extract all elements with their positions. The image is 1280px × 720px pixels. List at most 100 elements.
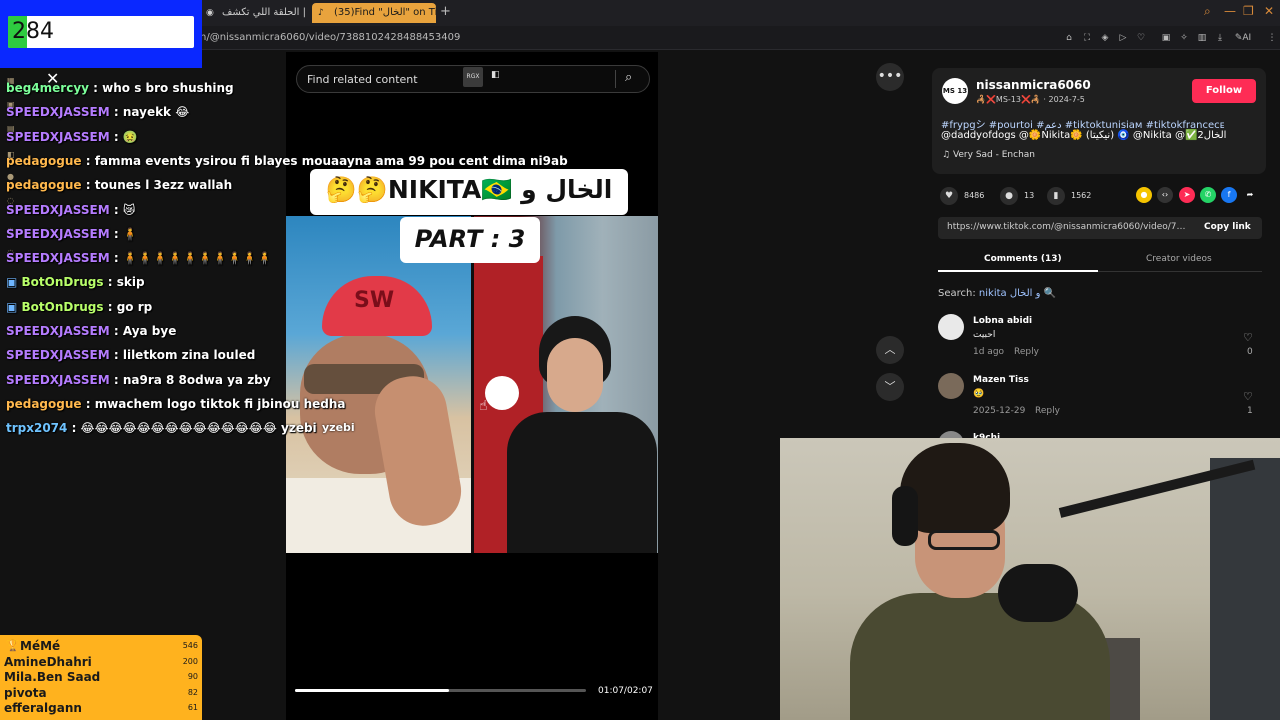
related-search[interactable]: Find related content RGX ◧ ⌕ bbox=[296, 65, 650, 93]
chat-username[interactable]: pedagogue bbox=[6, 397, 82, 411]
chat-text: na9ra 8 8odwa ya zby bbox=[122, 372, 271, 387]
sidebar-icon[interactable]: ▥ bbox=[1196, 32, 1208, 44]
chat-message: SPEEDXJASSEM : nayekk 😂 bbox=[6, 105, 189, 119]
chat-username[interactable]: SPEEDXJASSEM bbox=[6, 348, 110, 362]
comment-text: 🥹 bbox=[973, 389, 985, 399]
chat-username[interactable]: SPEEDXJASSEM bbox=[6, 105, 110, 119]
chat-username[interactable]: pedagogue bbox=[6, 154, 82, 168]
active-tab-indicator bbox=[938, 270, 1098, 272]
close-window-icon[interactable]: ✕ bbox=[1264, 4, 1274, 18]
follow-button[interactable]: Follow bbox=[1192, 79, 1256, 103]
comment-text: احبيت bbox=[973, 330, 996, 340]
chat-username[interactable]: SPEEDXJASSEM bbox=[6, 130, 110, 144]
comment-like-icon[interactable]: ♡ bbox=[1243, 390, 1253, 403]
chat-username[interactable]: BotOnDrugs bbox=[22, 300, 104, 314]
bookmark-icon[interactable]: ⌂ bbox=[1063, 32, 1075, 44]
close-icon[interactable]: ✕ bbox=[46, 69, 59, 88]
chat-separator: : bbox=[109, 251, 123, 266]
search-icon[interactable]: ⌕ bbox=[1204, 4, 1211, 19]
puzzle-icon[interactable]: ✧ bbox=[1178, 32, 1190, 44]
bookmark-icon: ▮ bbox=[1047, 187, 1065, 205]
chat-text: go rp bbox=[116, 299, 153, 314]
microphone bbox=[998, 564, 1078, 622]
regex-toggle[interactable]: RGX bbox=[463, 67, 483, 87]
play-icon[interactable]: ▷ bbox=[1117, 32, 1129, 44]
download-icon[interactable]: ⤓ bbox=[1214, 32, 1226, 44]
copy-link-button[interactable]: Copy link bbox=[1204, 222, 1251, 232]
avatar[interactable] bbox=[938, 373, 964, 399]
video-overlay-word: yzebi bbox=[322, 421, 355, 434]
chat-username[interactable]: trpx2074 bbox=[6, 421, 67, 435]
chat-username[interactable]: SPEEDXJASSEM bbox=[6, 373, 110, 387]
avatar[interactable]: MS 13 bbox=[942, 78, 968, 104]
comment-author[interactable]: Mazen Tiss bbox=[973, 375, 1029, 385]
share-icon[interactable]: ➦ bbox=[1242, 187, 1258, 203]
chat-username[interactable]: pedagogue bbox=[6, 178, 82, 192]
whatsapp-icon[interactable]: ✆ bbox=[1200, 187, 1216, 203]
video-frame-left: SW bbox=[286, 216, 472, 553]
leaderboard-value: 90 bbox=[187, 672, 198, 682]
video-frame-right bbox=[473, 216, 658, 553]
search-term[interactable]: nikita و الخال bbox=[979, 288, 1041, 299]
tab-creator-videos[interactable]: Creator videos bbox=[1146, 254, 1212, 264]
video-progress[interactable] bbox=[295, 689, 586, 692]
chat-text: tounes l 3ezz wallah bbox=[94, 178, 233, 193]
avatar[interactable] bbox=[938, 314, 964, 340]
chat-message: pedagogue : mwachem logo tiktok fi jbino… bbox=[6, 397, 346, 411]
coin-icon[interactable]: ● bbox=[1136, 187, 1152, 203]
shield-icon[interactable]: ◈ bbox=[1099, 32, 1111, 44]
leaderboard-value: 546 bbox=[182, 641, 198, 650]
video-time: 01:07/02:07 bbox=[598, 686, 653, 696]
split-divider bbox=[471, 216, 474, 553]
embed-icon[interactable]: ‹› bbox=[1157, 187, 1173, 203]
chat-username[interactable]: SPEEDXJASSEM bbox=[6, 227, 110, 241]
post-mentions[interactable]: @daddyofdogs @🌼Nikita🌼 (نيكيتا) 🧿 @Nikit… bbox=[941, 130, 1226, 141]
new-tab-icon[interactable]: + bbox=[440, 4, 451, 19]
next-video-button[interactable]: ﹀ bbox=[876, 373, 904, 401]
facebook-icon[interactable]: f bbox=[1221, 187, 1237, 203]
comment-search-line[interactable]: Search: nikita و الخال 🔍 bbox=[938, 288, 1056, 299]
chat-message: beg4mercyy : who s bro shushing bbox=[6, 81, 234, 95]
extension-icon[interactable]: ▣ bbox=[1160, 32, 1172, 44]
leaderboard-name: pivota bbox=[4, 685, 47, 700]
chat-separator: : bbox=[81, 396, 95, 411]
tab-comments[interactable]: Comments (13) bbox=[984, 254, 1062, 264]
chat-username[interactable]: SPEEDXJASSEM bbox=[6, 251, 110, 265]
comment-like-icon[interactable]: ♡ bbox=[1243, 331, 1253, 344]
comment-author[interactable]: Lobna abidi bbox=[973, 316, 1032, 326]
chat-message: SPEEDXJASSEM : Aya bye bbox=[6, 324, 176, 338]
heart-icon[interactable]: ♡ bbox=[1135, 32, 1147, 44]
send-icon[interactable]: ➤ bbox=[1179, 187, 1195, 203]
more-options-button[interactable]: ••• bbox=[876, 63, 904, 91]
browser-tab-1-label: كولومبي | الحلقة اللي تكشف bbox=[222, 7, 308, 18]
chat-message: SPEEDXJASSEM : 🧍🧍🧍🧍🧍🧍🧍🧍🧍🧍 bbox=[6, 251, 272, 265]
previous-video-button[interactable]: ︿ bbox=[876, 336, 904, 364]
reply-button[interactable]: Reply bbox=[1035, 406, 1060, 416]
screenshot-icon[interactable]: ⛶ bbox=[1081, 32, 1093, 44]
chat-text: nayekk 😂 bbox=[122, 105, 190, 120]
minimize-icon[interactable]: — bbox=[1224, 4, 1236, 18]
square-icon[interactable]: ◧ bbox=[491, 70, 500, 80]
video-link[interactable]: https://www.tiktok.com/@nissanmicra6060/… bbox=[947, 222, 1187, 232]
music-line[interactable]: ♫ Very Sad - Enchan bbox=[942, 150, 1035, 160]
search-icon[interactable]: ⌕ bbox=[625, 70, 632, 85]
reply-button[interactable]: Reply bbox=[1014, 347, 1039, 357]
chat-username[interactable]: SPEEDXJASSEM bbox=[6, 324, 110, 338]
chat-message: trpx2074 : 😂😂😂😂😂😂😂😂😂😂😂😂😂😂 yzebi bbox=[6, 421, 317, 435]
url-text[interactable]: n/@nissanmicra6060/video/738810242848845… bbox=[200, 32, 460, 43]
woman-body bbox=[507, 412, 657, 553]
browser-tab-1[interactable]: ◉ كولومبي | الحلقة اللي تكشف bbox=[200, 3, 308, 23]
post-hashtags[interactable]: #frypgシ #pourtoi #دعم #tiktoktunisiaᴍ #t… bbox=[941, 116, 1225, 131]
chat-username[interactable]: SPEEDXJASSEM bbox=[6, 203, 110, 217]
username[interactable]: nissanmicra6060 bbox=[976, 78, 1091, 92]
comment-like-count: 1 bbox=[1247, 406, 1253, 416]
menu-icon[interactable]: ⋮ bbox=[1266, 32, 1278, 44]
red-cap: SW bbox=[322, 276, 432, 336]
chat-username[interactable]: BotOnDrugs bbox=[22, 275, 104, 289]
chat-separator: : bbox=[67, 421, 81, 436]
browser-tab-2[interactable]: ♪ (35)Find "الخال" on Tik bbox=[312, 3, 436, 23]
ai-icon[interactable]: ✎AI bbox=[1234, 32, 1252, 44]
chat-message: SPEEDXJASSEM : na9ra 8 8odwa ya zby bbox=[6, 373, 271, 387]
maximize-icon[interactable]: ❐ bbox=[1243, 4, 1254, 18]
leaderboard: 🏆 MéMé 546 AmineDhahri 200 Mila.Ben Saad 90 piv… bbox=[0, 635, 202, 720]
